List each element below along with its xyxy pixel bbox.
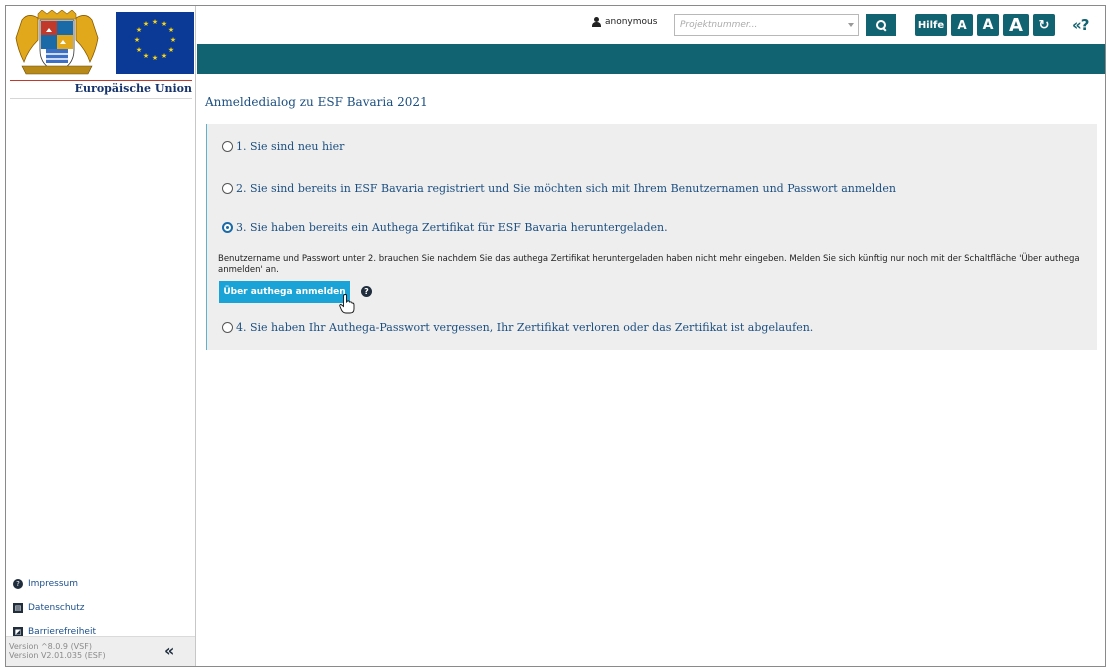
radio-button[interactable]	[222, 322, 233, 333]
font-size-medium-button[interactable]: A	[977, 14, 999, 36]
hilfe-button[interactable]: Hilfe	[915, 14, 947, 36]
header-band	[197, 44, 1105, 74]
svg-text:★: ★	[170, 36, 176, 44]
sidebar-footer-links: ? Impressum ▤ Datenschutz ◩ Barrierefrei…	[13, 572, 191, 644]
authega-hint-text: Benutzername und Passwort unter 2. brauc…	[218, 254, 1080, 275]
svg-text:★: ★	[161, 52, 167, 60]
sidebar-link-label: Impressum	[28, 579, 79, 589]
option-authega-certificate[interactable]: 3. Sie haben bereits ein Authega Zertifi…	[222, 221, 668, 234]
version-box: Version ^8.0.9 (VSF) Version V2.01.035 (…	[6, 636, 195, 666]
top-bar: anonymous Hilfe A A A ↻ «?	[197, 6, 1105, 44]
sidebar-link-datenschutz[interactable]: ▤ Datenschutz	[13, 596, 191, 620]
svg-text:★: ★	[152, 18, 158, 26]
eu-divider	[10, 80, 192, 81]
user-icon	[592, 17, 601, 27]
radio-button[interactable]	[222, 141, 233, 152]
help-icon[interactable]: ?	[361, 286, 372, 297]
hand-cursor-icon	[339, 294, 355, 314]
svg-text:★: ★	[161, 20, 167, 28]
project-number-input[interactable]	[674, 14, 859, 36]
search-icon	[875, 19, 887, 31]
option-registered-login[interactable]: 2. Sie sind bereits in ESF Bavaria regis…	[222, 182, 896, 195]
radio-button-selected[interactable]	[222, 222, 233, 233]
svg-text:★: ★	[152, 54, 158, 62]
option-label: 2. Sie sind bereits in ESF Bavaria regis…	[236, 182, 896, 195]
login-options-panel: 1. Sie sind neu hier 2. Sie sind bereits…	[206, 124, 1097, 350]
back-help-button[interactable]: «?	[1072, 16, 1089, 34]
svg-text:★: ★	[168, 26, 174, 34]
eu-label: Europäische Union	[74, 82, 192, 95]
svg-text:★: ★	[143, 20, 149, 28]
option-label: 4. Sie haben Ihr Authega-Passwort verges…	[236, 321, 814, 334]
bavaria-coat-of-arms-logo	[8, 10, 106, 76]
font-size-large-button[interactable]: A	[1003, 14, 1029, 36]
svg-text:★: ★	[134, 36, 140, 44]
refresh-icon[interactable]: ↻	[1033, 14, 1055, 36]
authega-login-button[interactable]: Über authega anmelden	[219, 281, 350, 303]
sidebar: ★ ★ ★ ★ ★ ★ ★ ★ ★ ★ ★ ★ Europäische Unio…	[6, 6, 196, 666]
help-icon: ?	[13, 579, 23, 589]
option-label: 3. Sie haben bereits ein Authega Zertifi…	[236, 221, 668, 234]
option-label: 1. Sie sind neu hier	[236, 140, 345, 153]
collapse-sidebar-button[interactable]: «	[164, 643, 174, 659]
font-size-small-button[interactable]: A	[951, 14, 973, 36]
svg-text:★: ★	[136, 46, 142, 54]
logo-row: ★ ★ ★ ★ ★ ★ ★ ★ ★ ★ ★ ★	[8, 8, 194, 78]
version-esf: Version V2.01.035 (ESF)	[9, 651, 106, 660]
user-indicator: anonymous	[592, 17, 657, 27]
search-button[interactable]	[866, 14, 896, 36]
sidebar-separator	[10, 98, 192, 99]
version-text: Version ^8.0.9 (VSF) Version V2.01.035 (…	[9, 642, 106, 660]
page-title: Anmeldedialog zu ESF Bavaria 2021	[205, 95, 428, 109]
eu-flag-logo: ★ ★ ★ ★ ★ ★ ★ ★ ★ ★ ★ ★	[116, 12, 194, 74]
sidebar-link-impressum[interactable]: ? Impressum	[13, 572, 191, 596]
option-new-user[interactable]: 1. Sie sind neu hier	[222, 140, 344, 153]
option-forgot-password[interactable]: 4. Sie haben Ihr Authega-Passwort verges…	[222, 321, 813, 334]
app-window: ★ ★ ★ ★ ★ ★ ★ ★ ★ ★ ★ ★ Europäische Unio…	[5, 5, 1106, 667]
svg-text:★: ★	[168, 46, 174, 54]
datenschutz-icon: ▤	[13, 603, 23, 613]
svg-text:★: ★	[143, 52, 149, 60]
chevron-down-icon[interactable]	[848, 23, 854, 27]
radio-button[interactable]	[222, 183, 233, 194]
version-vsf: Version ^8.0.9 (VSF)	[9, 642, 92, 651]
user-name: anonymous	[605, 17, 658, 27]
svg-text:★: ★	[136, 26, 142, 34]
sidebar-link-label: Datenschutz	[28, 603, 85, 613]
